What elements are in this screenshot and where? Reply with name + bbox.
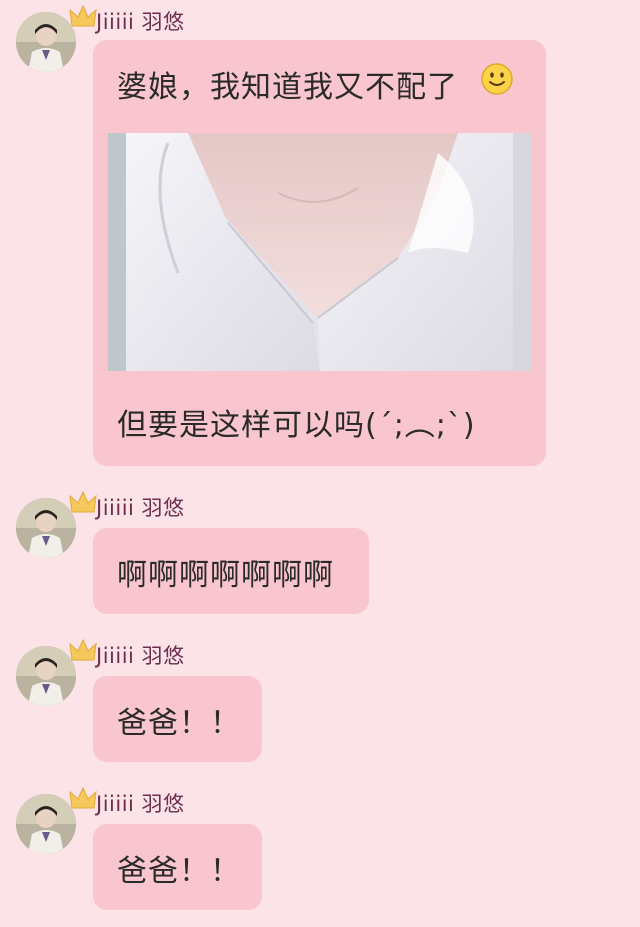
- message-text: 婆娘，我知道我又不配了: [117, 70, 458, 105]
- crown-icon: [69, 4, 97, 27]
- message-3: Jiiiii 羽悠 爸爸！！: [0, 636, 640, 766]
- sender-name[interactable]: Jiiiii 羽悠: [96, 788, 185, 818]
- photo-attachment[interactable]: [108, 133, 531, 371]
- message-2: Jiiiii 羽悠 啊啊啊啊啊啊啊: [0, 488, 640, 618]
- crown-icon: [69, 490, 97, 513]
- crown-icon: [69, 638, 97, 661]
- message-text: 啊啊啊啊啊啊啊: [117, 558, 334, 593]
- crown-icon: [69, 786, 97, 809]
- message-bubble[interactable]: 啊啊啊啊啊啊啊: [93, 528, 369, 614]
- avatar[interactable]: [16, 12, 76, 72]
- message-1: Jiiiii 羽悠 婆娘，我知道我又不配了 但要是这样可以吗(´;︵;`): [0, 0, 640, 470]
- avatar[interactable]: [16, 498, 76, 558]
- avatar[interactable]: [16, 646, 76, 706]
- sender-name[interactable]: Jiiiii 羽悠: [96, 492, 185, 522]
- message-text: 但要是这样可以吗(´;︵;`): [117, 408, 476, 443]
- message-bubble[interactable]: 爸爸！！: [93, 676, 262, 762]
- message-text: 爸爸！！: [117, 706, 241, 741]
- sender-name[interactable]: Jiiiii 羽悠: [96, 640, 185, 670]
- message-bubble[interactable]: 爸爸！！: [93, 824, 262, 910]
- message-text: 爸爸！！: [117, 854, 241, 889]
- avatar[interactable]: [16, 794, 76, 854]
- message-bubble[interactable]: 婆娘，我知道我又不配了 但要是这样可以吗(´;︵;`): [93, 40, 546, 466]
- sender-name[interactable]: Jiiiii 羽悠: [96, 6, 185, 36]
- slightly-smiling-face-icon: [481, 63, 513, 95]
- message-4: Jiiiii 羽悠 爸爸！！: [0, 784, 640, 924]
